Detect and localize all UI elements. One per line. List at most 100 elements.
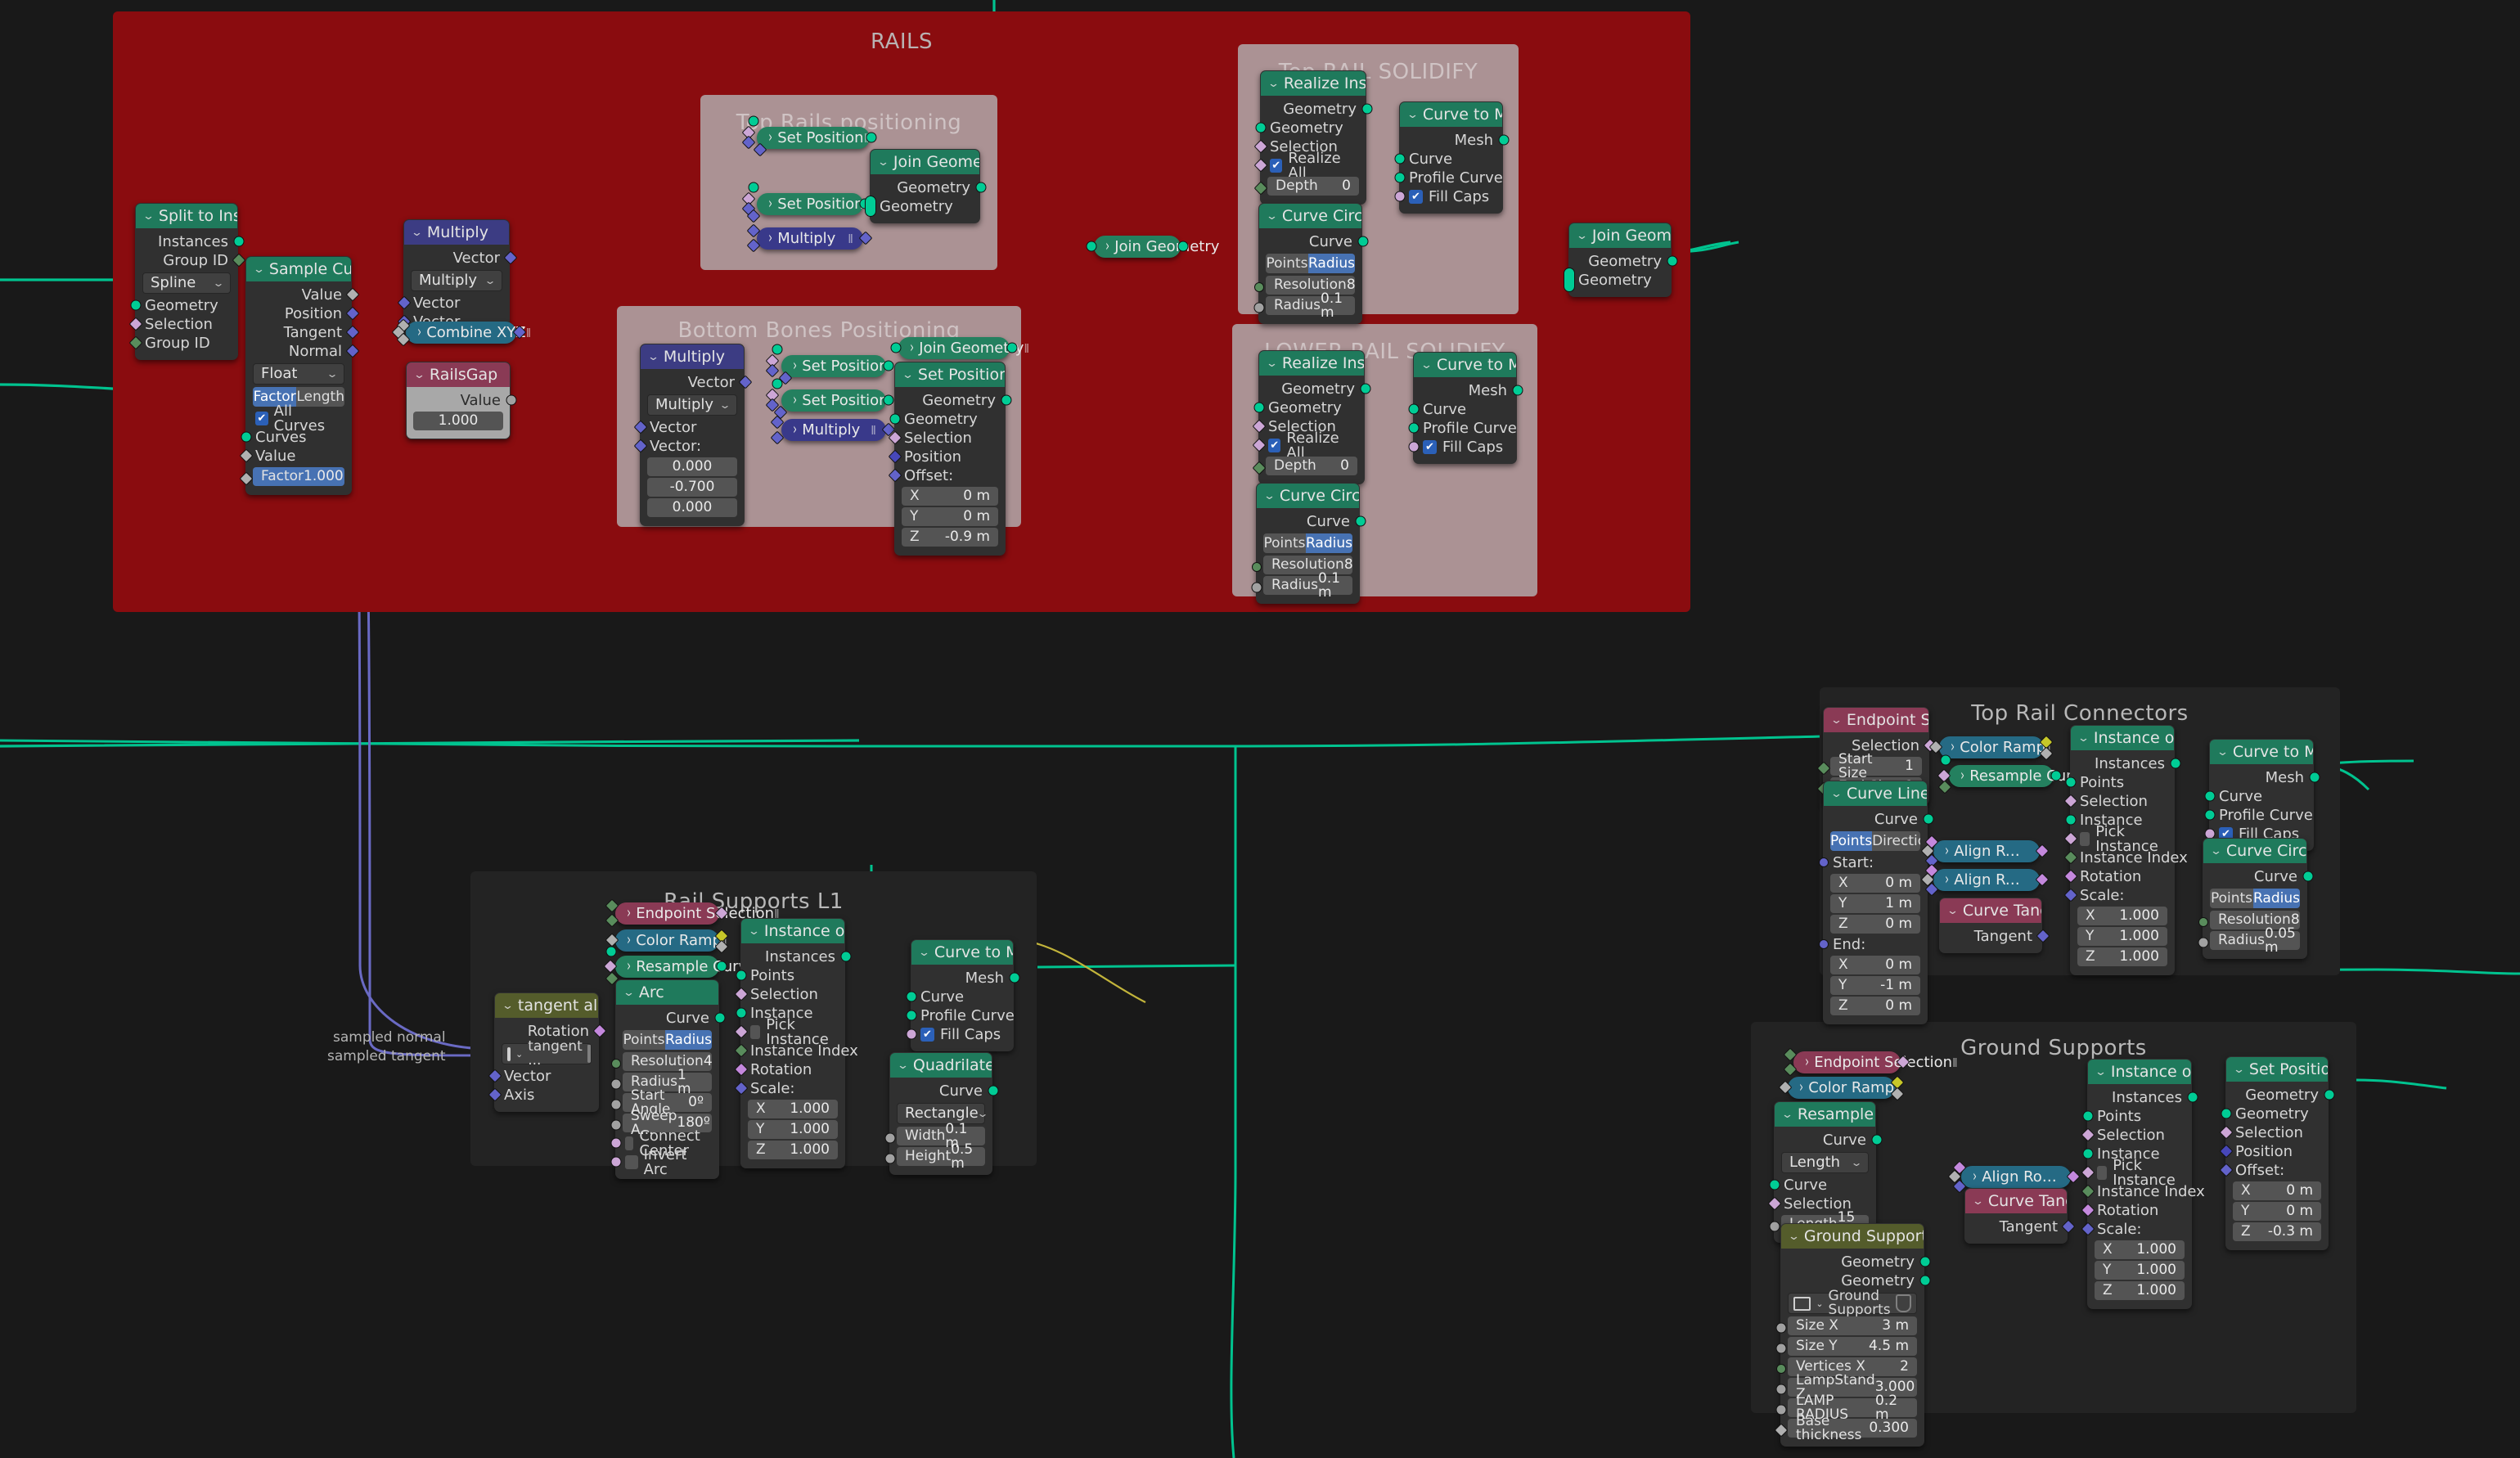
socket-vertices-x[interactable] [1776, 1364, 1786, 1374]
node-header[interactable]: ⌄ Curve Tangent [1940, 898, 2041, 923]
input-end[interactable]: End: [1819, 935, 1927, 954]
output-mesh[interactable]: Mesh [1414, 381, 1523, 400]
node-trc-color-ramp[interactable]: › Color Ramp II [1928, 735, 2054, 761]
socket-resolution[interactable] [1254, 282, 1264, 292]
shape-dropdown[interactable]: Rectangle ⌄ [897, 1103, 988, 1124]
socket-fill-caps[interactable] [1408, 441, 1420, 452]
node-editor-canvas[interactable]: RAILS Top Rails positioning Bottom Bones… [0, 0, 2520, 1458]
socket-size-y[interactable] [1775, 1343, 1787, 1354]
socket-points[interactable] [2082, 1110, 2094, 1122]
chevron-right-icon[interactable]: › [1945, 843, 1949, 860]
output-curve[interactable]: Curve [616, 1009, 726, 1028]
node-trc-curve-line[interactable]: ⌄ Curve Line Curve Points Direction Star… [1819, 781, 1934, 1024]
chevron-down-icon[interactable]: ⌄ [142, 211, 155, 222]
input-instance-index[interactable]: Instance Index [734, 1042, 858, 1060]
fill-caps-checkbox[interactable]: ✔ Fill Caps [1394, 187, 1502, 206]
socket-instances[interactable] [840, 951, 852, 962]
start-y-field[interactable]: Y 1 m [1830, 894, 1920, 913]
node-rails-gap[interactable]: ⌄ RailsGap Value 1.000 [406, 362, 517, 439]
socket-sweep-angle[interactable] [610, 1119, 622, 1131]
input-curve[interactable]: Curve [906, 988, 1013, 1006]
socket-curves[interactable] [241, 431, 252, 443]
output-geometry-1[interactable]: Geometry [1781, 1253, 1931, 1271]
socket-geometry-in[interactable] [1086, 241, 1097, 252]
node-header[interactable]: ⌄ Curve Tangent [1965, 1189, 2067, 1213]
scale-z-field[interactable]: Z 1.000 [2077, 947, 2167, 966]
socket-length[interactable] [1769, 1221, 1780, 1232]
input-curve[interactable]: Curve [2204, 787, 2313, 806]
input-geometry[interactable]: Geometry [2221, 1105, 2328, 1123]
socket-geometry-out[interactable] [883, 360, 894, 371]
output-normal[interactable]: Normal [246, 342, 360, 361]
node-rs-tangent-alignment[interactable]: ⌄ tangent alignment Rotation ⌄ tangent .… [488, 992, 607, 1112]
socket-mesh[interactable] [1009, 972, 1020, 983]
offset-y-field[interactable]: Y 0 m [2233, 1202, 2321, 1221]
node-combine-xyz[interactable]: › Combine XYZ II [391, 318, 531, 347]
node-header[interactable]: ⌄ Instance on Points [741, 919, 844, 943]
scale-y-field[interactable]: Y 1.000 [2077, 927, 2167, 946]
node-header[interactable]: ⌄ RailsGap [407, 362, 510, 387]
node-header[interactable]: ⌄ Curve Circle [1259, 204, 1361, 228]
mode-radius-button[interactable]: Radius [1307, 254, 1355, 273]
node-top-curve-circle[interactable]: ⌄ Curve Circle Curve Points Radius Resol… [1253, 203, 1369, 324]
input-selection[interactable]: Selection [128, 315, 237, 334]
operation-dropdown[interactable]: Multiply ⌄ [647, 394, 737, 416]
vector-z-field[interactable]: 0.000 [647, 498, 737, 517]
value-field[interactable]: 1.000 [413, 412, 503, 430]
output-tangent[interactable]: Tangent [246, 323, 360, 342]
output-rotation[interactable]: Rotation [495, 1022, 607, 1041]
output-vector[interactable]: Vector [641, 373, 753, 392]
node-bottom-set-position-1[interactable]: › Set Position II [765, 344, 894, 385]
socket-instances[interactable] [2187, 1091, 2198, 1103]
scale-z-field[interactable]: Z 1.000 [748, 1141, 838, 1159]
size-y-field[interactable]: Size Y 4.5 m [1788, 1337, 1917, 1356]
socket-resolution[interactable] [611, 1059, 621, 1069]
checkbox-icon[interactable]: ✔ [255, 412, 268, 425]
chevron-right-icon[interactable]: › [627, 958, 631, 975]
scale-x-field[interactable]: X 1.000 [2095, 1240, 2185, 1259]
socket-profile-curve[interactable] [1408, 422, 1420, 434]
socket-width[interactable] [884, 1132, 896, 1144]
socket-instance[interactable] [2082, 1148, 2094, 1159]
chevron-down-icon[interactable]: ⌄ [1266, 211, 1278, 222]
socket-value[interactable] [506, 394, 517, 406]
mode-points-button[interactable]: Points [1266, 254, 1308, 273]
node-rs-arc[interactable]: ⌄ Arc Curve Points Radius Resolution 4 R… [610, 979, 726, 1179]
socket-geometry-out[interactable] [1177, 241, 1189, 252]
vector-y-field[interactable]: -0.700 [647, 478, 737, 497]
factor-field[interactable]: Factor 1.000 [253, 467, 344, 486]
output-tangent[interactable]: Tangent [1965, 1217, 2076, 1236]
node-top-curve-to-mesh[interactable]: ⌄ Curve to Mesh Mesh Curve Profile Curve… [1394, 101, 1510, 214]
node-rs-instance-on-points[interactable]: ⌄ Instance on Points Instances Points Se… [734, 918, 858, 1168]
input-vector-1[interactable]: Vector [397, 294, 509, 313]
node-bottom-multiply-pill[interactable]: › Multiply II [770, 415, 896, 445]
input-vector-2[interactable]: Vector: [633, 437, 744, 456]
mode-toggle[interactable]: Points Radius [1266, 254, 1355, 273]
socket-instances[interactable] [2170, 758, 2181, 769]
socket-curve[interactable] [1408, 403, 1420, 415]
mode-points-button[interactable]: Points [1830, 831, 1873, 851]
mode-toggle[interactable]: Points Radius [1263, 533, 1352, 553]
input-scale[interactable]: Scale: [734, 1079, 844, 1098]
node-gs-ground-supports-group[interactable]: ⌄ Ground Supports Geometry Geometry ⌄ Gr… [1774, 1223, 1931, 1447]
output-vector[interactable]: Vector [404, 249, 518, 268]
mode-toggle[interactable]: Points Radius [2210, 889, 2300, 908]
scale-y-field[interactable]: Y 1.000 [2095, 1261, 2185, 1280]
socket-curve[interactable] [1940, 754, 1951, 766]
chevron-right-icon[interactable]: › [768, 230, 772, 247]
chevron-right-icon[interactable]: › [910, 340, 914, 357]
chevron-down-icon[interactable]: ⌄ [918, 947, 930, 958]
output-curve[interactable]: Curve [2203, 867, 2314, 886]
input-instance-index[interactable]: Instance Index [2063, 848, 2188, 867]
chevron-right-icon[interactable]: › [417, 324, 421, 341]
socket-start[interactable] [1819, 857, 1829, 867]
node-gs-instance-on-points[interactable]: ⌄ Instance on Points Instances Points Se… [2081, 1059, 2205, 1309]
input-selection[interactable]: Selection [2219, 1123, 2328, 1142]
socket-radius[interactable] [2198, 937, 2209, 948]
input-geometry[interactable]: Geometry [889, 410, 1005, 429]
node-header[interactable]: ⌄ Curve Circle [1257, 484, 1359, 508]
output-instances[interactable]: Instances [741, 947, 852, 966]
input-geometry[interactable]: Geometry [1255, 119, 1366, 137]
group-datablock-selector[interactable]: ⌄ Ground Supports [1788, 1289, 1917, 1317]
node-rs-resample-curve[interactable]: › Resample Curve II [603, 946, 762, 986]
